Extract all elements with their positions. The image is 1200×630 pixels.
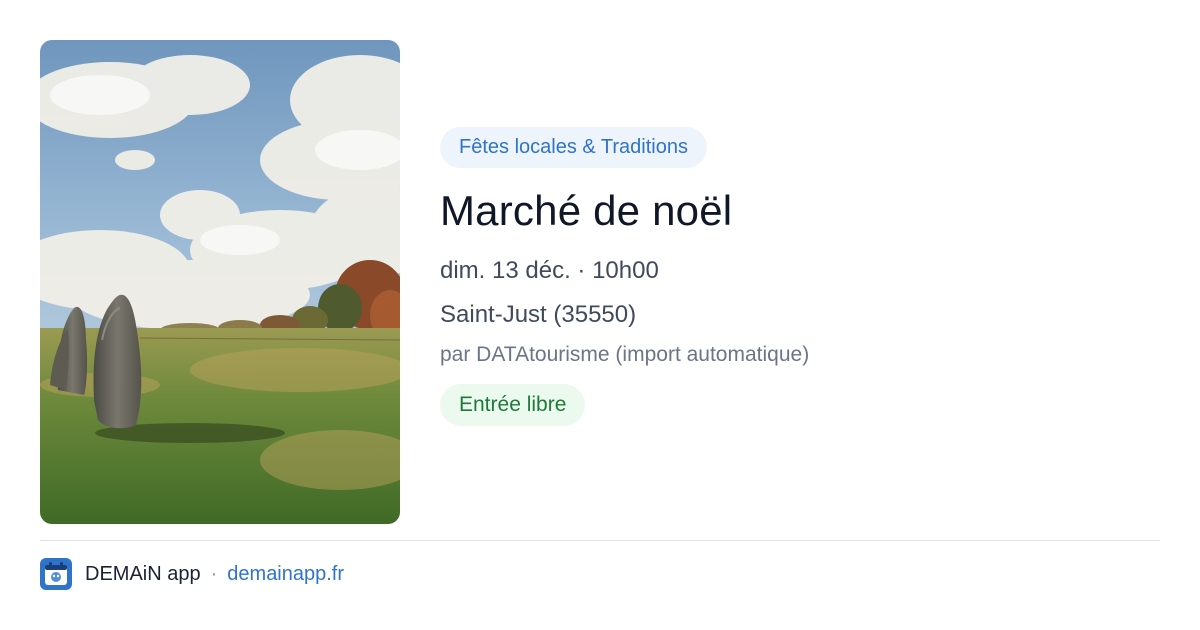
event-card[interactable]: Fêtes locales & Traditions Marché de noë… bbox=[0, 0, 1200, 630]
footer: DEMAiN app · demainapp.fr bbox=[40, 558, 344, 590]
standing-stones-photo bbox=[40, 40, 400, 524]
demain-app-icon bbox=[40, 558, 72, 590]
event-datetime: dim. 13 déc. · 10h00 bbox=[440, 257, 659, 284]
event-title[interactable]: Marché de noël bbox=[440, 186, 1160, 236]
event-location: Saint-Just (35550) bbox=[440, 301, 637, 328]
footer-separator: · bbox=[210, 562, 218, 585]
app-link[interactable]: demainapp.fr bbox=[227, 563, 344, 586]
event-organizer: par DATAtourisme (import automatique) bbox=[440, 343, 810, 366]
event-photo[interactable] bbox=[40, 40, 400, 524]
category-badge[interactable]: Fêtes locales & Traditions bbox=[440, 127, 707, 168]
price-badge: Entrée libre bbox=[440, 384, 586, 426]
footer-divider bbox=[40, 540, 1160, 541]
event-info: Fêtes locales & Traditions Marché de noë… bbox=[440, 127, 1160, 426]
app-name: DEMAiN app bbox=[85, 562, 201, 585]
